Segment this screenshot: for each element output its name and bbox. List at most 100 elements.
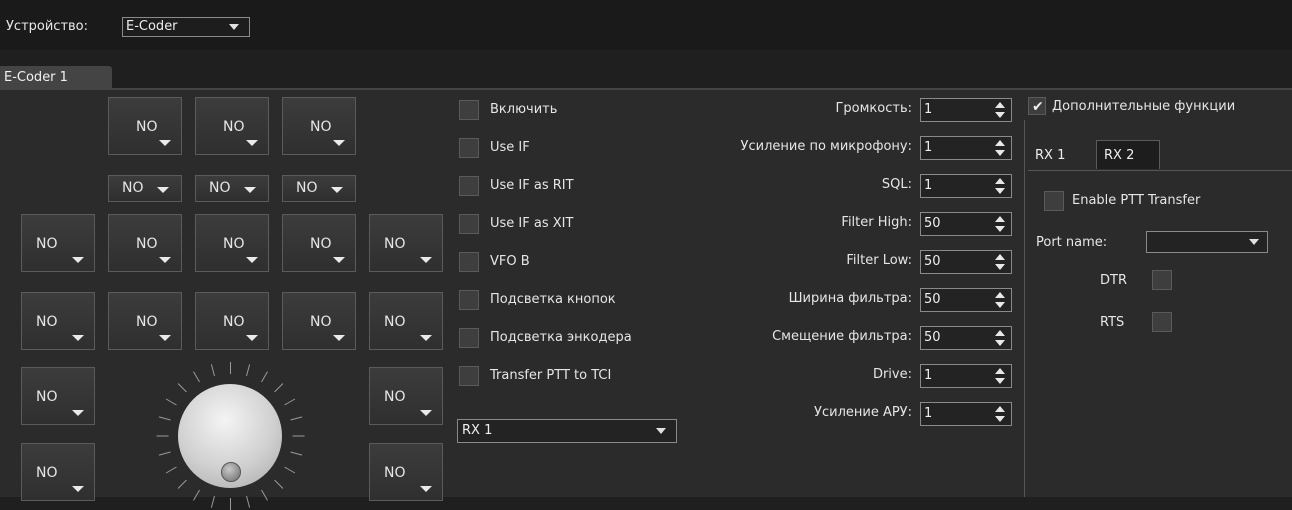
- button-row3-3[interactable]: NO: [195, 292, 269, 350]
- small-button-3[interactable]: NO: [282, 175, 356, 202]
- spin-down-icon[interactable]: [995, 112, 1005, 118]
- right-button-1[interactable]: NO: [369, 367, 443, 425]
- button-row3-1[interactable]: NO: [21, 292, 95, 350]
- param-spinbox[interactable]: 50: [920, 288, 1012, 312]
- spin-down-icon[interactable]: [995, 302, 1005, 308]
- button-row2-4[interactable]: NO: [282, 214, 356, 272]
- spin-up-icon[interactable]: [995, 216, 1005, 222]
- chevron-down-icon: [229, 24, 239, 30]
- checkbox-8[interactable]: [459, 366, 479, 386]
- spin-up-icon[interactable]: [995, 292, 1005, 298]
- dropdown-arrow-icon: [331, 187, 343, 193]
- checkbox-label: Use IF as RIT: [490, 178, 574, 193]
- spin-down-icon[interactable]: [995, 340, 1005, 346]
- button-row3-5[interactable]: NO: [369, 292, 443, 350]
- checkbox-3[interactable]: [459, 176, 479, 196]
- button-label: NO: [36, 236, 58, 252]
- left-button-1[interactable]: NO: [21, 367, 95, 425]
- device-select[interactable]: E-Coder: [122, 17, 250, 37]
- checkbox-5[interactable]: [459, 252, 479, 272]
- button-label: NO: [36, 314, 58, 330]
- rts-checkbox[interactable]: [1152, 312, 1172, 332]
- spin-value: 50: [924, 330, 941, 345]
- tab-rx2-label: RX 2: [1104, 148, 1135, 163]
- encoder-tick: [230, 362, 231, 374]
- dropdown-arrow-icon: [72, 486, 84, 492]
- param-spinbox[interactable]: 50: [920, 250, 1012, 274]
- spin-down-icon[interactable]: [995, 416, 1005, 422]
- button-row3-4[interactable]: NO: [282, 292, 356, 350]
- button-label: NO: [223, 119, 245, 135]
- tab-e-coder-1[interactable]: E-Coder 1: [0, 66, 112, 88]
- spin-up-icon[interactable]: [995, 140, 1005, 146]
- device-label: Устройство:: [6, 19, 89, 34]
- spin-up-icon[interactable]: [995, 254, 1005, 260]
- button-row2-3[interactable]: NO: [195, 214, 269, 272]
- param-spinbox[interactable]: 1: [920, 136, 1012, 160]
- spin-down-icon[interactable]: [995, 264, 1005, 270]
- spin-down-icon[interactable]: [995, 188, 1005, 194]
- spin-up-icon[interactable]: [995, 178, 1005, 184]
- button-row3-2[interactable]: NO: [108, 292, 182, 350]
- spin-down-icon[interactable]: [995, 150, 1005, 156]
- param-label: Drive:: [872, 367, 912, 382]
- encoder-tick: [230, 498, 231, 510]
- button-label: NO: [136, 314, 158, 330]
- param-spinbox[interactable]: 50: [920, 326, 1012, 350]
- param-spinbox[interactable]: 1: [920, 402, 1012, 426]
- spin-down-icon[interactable]: [995, 226, 1005, 232]
- dropdown-arrow-icon: [159, 140, 171, 146]
- dtr-checkbox[interactable]: [1152, 270, 1172, 290]
- button-row2-5[interactable]: NO: [369, 214, 443, 272]
- param-spinbox[interactable]: 1: [920, 98, 1012, 122]
- dropdown-arrow-icon: [333, 257, 345, 263]
- checkbox-4[interactable]: [459, 214, 479, 234]
- port-name-select[interactable]: [1146, 231, 1268, 253]
- enable-ptt-checkbox[interactable]: [1044, 191, 1064, 211]
- param-label: Усиление по микрофону:: [740, 139, 912, 154]
- tab-label: E-Coder 1: [4, 70, 68, 85]
- button-label: NO: [223, 236, 245, 252]
- spin-up-icon[interactable]: [995, 102, 1005, 108]
- button-label: NO: [384, 236, 406, 252]
- button-row2-1[interactable]: NO: [21, 214, 95, 272]
- spin-up-icon[interactable]: [995, 368, 1005, 374]
- top-button-2[interactable]: NO: [195, 97, 269, 155]
- button-label: NO: [36, 465, 58, 481]
- top-button-3[interactable]: NO: [282, 97, 356, 155]
- spin-value: 1: [924, 178, 933, 193]
- checkbox-label: Подсветка кнопок: [490, 292, 616, 307]
- checkbox-2[interactable]: [459, 138, 479, 158]
- dropdown-arrow-icon: [333, 140, 345, 146]
- top-button-1[interactable]: NO: [108, 97, 182, 155]
- small-button-1[interactable]: NO: [108, 175, 182, 202]
- spin-up-icon[interactable]: [995, 406, 1005, 412]
- dropdown-arrow-icon: [420, 410, 432, 416]
- spin-up-icon[interactable]: [995, 330, 1005, 336]
- rts-label: RTS: [1100, 315, 1125, 330]
- tab-rx2[interactable]: RX 2: [1096, 140, 1160, 169]
- checkbox-1[interactable]: [459, 100, 479, 120]
- button-row2-2[interactable]: NO: [108, 214, 182, 272]
- param-spinbox[interactable]: 50: [920, 212, 1012, 236]
- extra-functions-checkbox[interactable]: ✔: [1028, 97, 1046, 115]
- rx-select-value: RX 1: [462, 423, 493, 438]
- checkbox-label: Transfer PTT to TCI: [490, 368, 612, 383]
- checkbox-6[interactable]: [459, 290, 479, 310]
- chevron-down-icon: [1249, 239, 1259, 245]
- right-button-2[interactable]: NO: [369, 443, 443, 501]
- param-spinbox[interactable]: 1: [920, 364, 1012, 388]
- param-label: Громкость:: [835, 101, 912, 116]
- rx-select[interactable]: RX 1: [457, 419, 677, 443]
- param-label: Смещение фильтра:: [772, 329, 912, 344]
- tab-rx1-label: RX 1: [1035, 148, 1066, 163]
- param-spinbox[interactable]: 1: [920, 174, 1012, 198]
- tab-rx1[interactable]: RX 1: [1028, 141, 1088, 169]
- button-label: NO: [122, 180, 144, 196]
- small-button-2[interactable]: NO: [195, 175, 269, 202]
- left-button-2[interactable]: NO: [21, 443, 95, 501]
- button-label: NO: [384, 389, 406, 405]
- spin-down-icon[interactable]: [995, 378, 1005, 384]
- dropdown-arrow-icon: [333, 335, 345, 341]
- checkbox-7[interactable]: [459, 328, 479, 348]
